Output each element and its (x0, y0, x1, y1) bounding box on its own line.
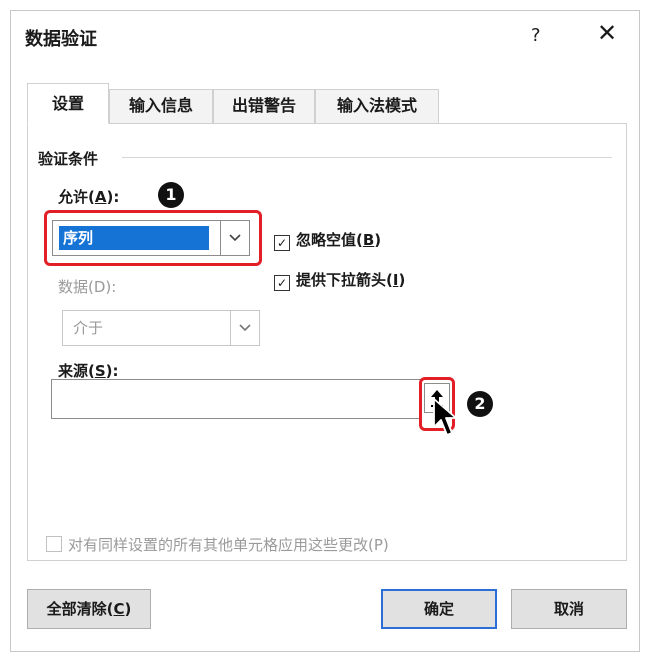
section-title: 验证条件 (38, 150, 99, 168)
mouse-pointer-icon (433, 398, 457, 436)
source-label: 来源(S): (58, 362, 119, 380)
data-validation-dialog: 数据验证 ? ✕ 设置 输入信息 出错警告 输入法模式 验证条件 允许(A): … (10, 10, 640, 652)
chevron-down-icon[interactable] (220, 221, 249, 255)
callout-2: 2 (467, 391, 493, 417)
title-bar: 数据验证 ? ✕ (11, 11, 639, 61)
callout-1: 1 (158, 182, 184, 208)
dropdown-arrow-checkbox[interactable]: ✓ 提供下拉箭头(I) (274, 269, 405, 291)
checkbox-unchecked-icon (46, 536, 62, 552)
tab-error-alert[interactable]: 出错警告 (213, 89, 315, 123)
source-input[interactable] (51, 379, 421, 419)
checkbox-checked-icon[interactable]: ✓ (274, 275, 290, 291)
ok-button[interactable]: 确定 (381, 589, 497, 629)
data-value: 介于 (73, 319, 104, 337)
allow-select[interactable]: 序列 (52, 220, 250, 256)
allow-value: 序列 (59, 226, 209, 250)
allow-label: 允许(A): (58, 188, 120, 206)
section-divider (122, 157, 612, 158)
settings-panel: 验证条件 允许(A): 1 序列 ✓ 忽略空值(B) ✓ 提供下拉箭头(I) 数据(… (27, 123, 627, 561)
help-button[interactable]: ? (531, 25, 541, 46)
ignore-blank-checkbox[interactable]: ✓ 忽略空值(B) (274, 229, 381, 251)
clear-all-button[interactable]: 全部清除(C) (27, 589, 151, 629)
tab-input-message[interactable]: 输入信息 (109, 89, 213, 123)
dialog-title: 数据验证 (25, 29, 97, 50)
chevron-down-icon (230, 311, 259, 345)
close-button[interactable]: ✕ (597, 21, 617, 45)
apply-all-checkbox: 对有同样设置的所有其他单元格应用这些更改(P) (46, 534, 389, 555)
checkbox-checked-icon[interactable]: ✓ (274, 235, 290, 251)
tab-settings[interactable]: 设置 (27, 83, 109, 124)
data-label: 数据(D): (58, 278, 117, 296)
data-select: 介于 (62, 310, 260, 346)
tab-ime-mode[interactable]: 输入法模式 (315, 89, 439, 123)
cancel-button[interactable]: 取消 (511, 589, 627, 629)
